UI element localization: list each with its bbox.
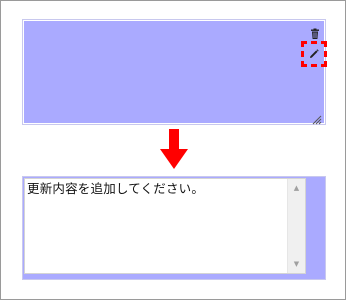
scroll-track[interactable]: [291, 197, 302, 255]
edit-button[interactable]: [301, 41, 327, 67]
scroll-up-arrow[interactable]: ▲: [288, 181, 305, 195]
comment-panel-fill: [24, 21, 324, 123]
comment-panel-view: [22, 19, 326, 125]
arrow-down-icon: [160, 129, 188, 169]
vertical-scrollbar[interactable]: ▲ ▼: [287, 179, 305, 273]
resize-handle[interactable]: [311, 110, 322, 125]
delete-button[interactable]: [308, 27, 322, 41]
textarea-value: 更新内容を追加してください。: [27, 181, 205, 196]
pencil-icon: [310, 49, 319, 58]
comment-panel-edit: 更新内容を追加してください。 ▲ ▼: [22, 176, 326, 280]
comment-textarea[interactable]: 更新内容を追加してください。 ▲ ▼: [24, 178, 306, 274]
scroll-down-arrow[interactable]: ▼: [288, 257, 305, 271]
resize-grip-icon: [312, 115, 322, 125]
trash-icon: [311, 28, 319, 39]
